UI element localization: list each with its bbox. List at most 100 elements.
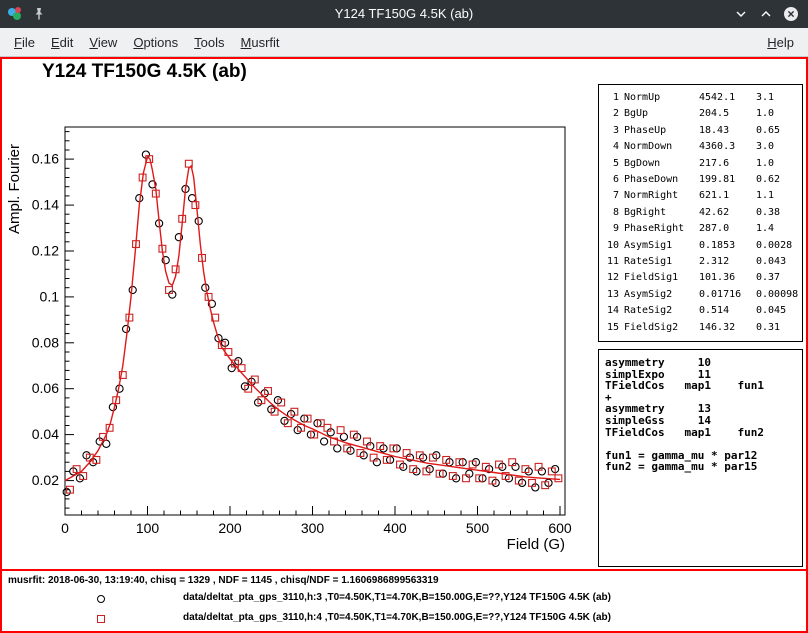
- menu-item-edit[interactable]: Edit: [43, 30, 81, 55]
- menu-item-musrfit[interactable]: Musrfit: [233, 30, 288, 55]
- svg-text:500: 500: [466, 520, 490, 536]
- param-value: 204.5: [699, 106, 751, 122]
- axis-ticks: [65, 132, 560, 515]
- param-index: 2: [605, 106, 619, 122]
- param-error: 0.38: [756, 205, 798, 221]
- param-index: 10: [605, 238, 619, 254]
- maximize-button[interactable]: [758, 6, 774, 22]
- menu-left-group: FileEditViewOptionsToolsMusrfit: [6, 30, 288, 55]
- param-name: NormUp: [624, 90, 694, 106]
- param-value: 42.62: [699, 205, 751, 221]
- param-name: BgDown: [624, 156, 694, 172]
- param-index: 1: [605, 90, 619, 106]
- app-icon: [7, 6, 23, 22]
- plot-area[interactable]: 01002003004005006000.020.040.060.080.10.…: [2, 59, 598, 569]
- param-name: NormRight: [624, 188, 694, 204]
- param-name: PhaseDown: [624, 172, 694, 188]
- svg-text:0.16: 0.16: [32, 151, 59, 167]
- info-pad[interactable]: musrfit: 2018-06-30, 13:19:40, chisq = 1…: [2, 569, 806, 631]
- fit-parameters-box[interactable]: 1 NormUp 4542.1 3.1 2 BgUp 204.5 1.0 3 PhaseUp 18.…: [598, 84, 803, 342]
- titlebar[interactable]: Y124 TF150G 4.5K (ab): [0, 0, 808, 28]
- close-button[interactable]: [783, 6, 799, 22]
- plot-pad[interactable]: Y124 TF150G 4.5K (ab) 010020030040050060…: [2, 59, 806, 569]
- theory-function-box[interactable]: asymmetry 10simplExpo 11TFieldCos map1 f…: [598, 349, 803, 567]
- minimize-button[interactable]: [733, 6, 749, 22]
- svg-text:400: 400: [383, 520, 407, 536]
- menu-item-file[interactable]: File: [6, 30, 43, 55]
- plot-frame: [65, 127, 565, 515]
- param-error: 0.00098: [756, 287, 798, 303]
- y-axis-title: Ampl. Fourier: [6, 144, 23, 234]
- svg-text:0.08: 0.08: [32, 334, 59, 350]
- param-error: 0.37: [756, 270, 798, 286]
- param-index: 3: [605, 123, 619, 139]
- param-error: 3.1: [756, 90, 798, 106]
- legend-entry: data/deltat_pta_gps_3110,h:3 ,T0=4.50K,T…: [2, 592, 806, 608]
- svg-text:0: 0: [61, 520, 69, 536]
- param-name: PhaseUp: [624, 123, 694, 139]
- param-value: 621.1: [699, 188, 751, 204]
- svg-text:600: 600: [548, 520, 572, 536]
- param-value: 18.43: [699, 123, 751, 139]
- param-value: 0.1853: [699, 238, 751, 254]
- pin-icon[interactable]: [31, 6, 47, 22]
- param-value: 0.514: [699, 303, 751, 319]
- param-error: 0.0028: [756, 238, 798, 254]
- param-name: AsymSig2: [624, 287, 694, 303]
- menu-item-options[interactable]: Options: [125, 30, 186, 55]
- menu-item-help[interactable]: Help: [759, 30, 802, 55]
- theory-line: TFieldCos map1 fun2: [605, 427, 796, 439]
- svg-text:0.1: 0.1: [40, 288, 60, 304]
- axis-tick-labels: 01002003004005006000.020.040.060.080.10.…: [32, 151, 572, 536]
- menu-item-tools[interactable]: Tools: [186, 30, 232, 55]
- param-name: BgRight: [624, 205, 694, 221]
- param-name: AsymSig1: [624, 238, 694, 254]
- svg-text:0.06: 0.06: [32, 380, 59, 396]
- svg-text:300: 300: [301, 520, 325, 536]
- param-value: 4360.3: [699, 139, 751, 155]
- legend-label: data/deltat_pta_gps_3110,h:4 ,T0=4.50K,T…: [142, 612, 652, 623]
- data-series-circle: [63, 151, 559, 496]
- param-error: 3.0: [756, 139, 798, 155]
- param-value: 2.312: [699, 254, 751, 270]
- svg-text:0.04: 0.04: [32, 426, 59, 442]
- param-name: PhaseRight: [624, 221, 694, 237]
- param-error: 1.0: [756, 156, 798, 172]
- param-error: 1.1: [756, 188, 798, 204]
- param-name: BgUp: [624, 106, 694, 122]
- root-canvas[interactable]: Y124 TF150G 4.5K (ab) 010020030040050060…: [0, 57, 808, 633]
- param-value: 199.81: [699, 172, 751, 188]
- param-index: 9: [605, 221, 619, 237]
- param-error: 1.0: [756, 106, 798, 122]
- app-window: Y124 TF150G 4.5K (ab) FileEditViewOption…: [0, 0, 808, 633]
- menu-item-view[interactable]: View: [81, 30, 125, 55]
- legend-marker-circle-icon: [97, 595, 105, 603]
- theory-line: TFieldCos map1 fun1: [605, 380, 796, 392]
- theory-line: [605, 438, 796, 450]
- param-name: NormDown: [624, 139, 694, 155]
- param-error: 0.31: [756, 320, 798, 336]
- param-index: 11: [605, 254, 619, 270]
- theory-line: simpleGss 14: [605, 415, 796, 427]
- param-error: 0.62: [756, 172, 798, 188]
- param-error: 0.043: [756, 254, 798, 270]
- fit-parameters-table: 1 NormUp 4542.1 3.1 2 BgUp 204.5 1.0 3 PhaseUp 18.…: [605, 90, 798, 336]
- param-error: 0.045: [756, 303, 798, 319]
- param-error: 1.4: [756, 221, 798, 237]
- menu-right-group: Help: [759, 30, 802, 55]
- param-index: 13: [605, 287, 619, 303]
- param-value: 217.6: [699, 156, 751, 172]
- param-index: 14: [605, 303, 619, 319]
- param-index: 15: [605, 320, 619, 336]
- x-axis-title: Field (G): [507, 536, 565, 553]
- data-series-square: [67, 156, 562, 493]
- param-name: FieldSig1: [624, 270, 694, 286]
- legend-entry: data/deltat_pta_gps_3110,h:4 ,T0=4.50K,T…: [2, 612, 806, 628]
- param-value: 4542.1: [699, 90, 751, 106]
- param-value: 146.32: [699, 320, 751, 336]
- param-name: RateSig1: [624, 254, 694, 270]
- theory-line: fun2 = gamma_mu * par15: [605, 461, 796, 473]
- param-value: 101.36: [699, 270, 751, 286]
- svg-text:0.14: 0.14: [32, 197, 59, 213]
- theory-line: asymmetry 10: [605, 357, 796, 369]
